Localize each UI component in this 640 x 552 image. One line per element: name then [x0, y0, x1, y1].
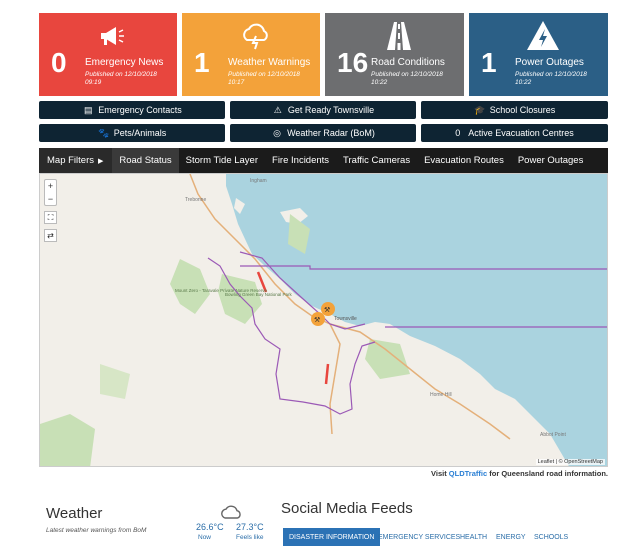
fullscreen-icon[interactable]: ⛶ [44, 211, 57, 224]
tab-traffic-cameras[interactable]: Traffic Cameras [336, 148, 417, 173]
tile-title: Power Outages [515, 57, 584, 68]
tile-title: Road Conditions [371, 57, 445, 68]
zoom-out-button[interactable]: − [48, 193, 53, 206]
map-filters-label: Map Filters ▶ [39, 148, 113, 173]
button-label: Get Ready Townsville [287, 105, 375, 115]
storm-cloud-icon [243, 23, 268, 50]
qldtraffic-link[interactable]: QLDTraffic [449, 469, 487, 478]
tile-power-outages[interactable]: 1 Power Outages Published on 12/10/2018 1… [469, 13, 608, 96]
megaphone-icon [101, 27, 124, 45]
button-label: Weather Radar (BoM) [287, 128, 375, 138]
tile-published: Published on 12/10/2018 10:17 [228, 71, 300, 86]
place-label: Abbot Point [540, 432, 566, 438]
zoom-in-button[interactable]: + [48, 180, 53, 193]
address-book-icon: ▤ [83, 104, 93, 115]
temperature-now: 26.6°C [196, 522, 224, 532]
get-ready-townsville-button[interactable]: ⚠ Get Ready Townsville [230, 101, 416, 119]
social-media-heading: Social Media Feeds [281, 500, 413, 517]
feels-like-label: Feels like [236, 534, 264, 541]
tile-published: Published on 12/10/2018 09:19 [85, 71, 157, 86]
roadworks-icon: ⚒ [324, 306, 330, 314]
place-label: Home Hill [430, 392, 452, 398]
emergency-contacts-button[interactable]: ▤ Emergency Contacts [39, 101, 225, 119]
warning-icon: ⚠ [273, 104, 282, 115]
tab-evacuation-routes[interactable]: Evacuation Routes [417, 148, 511, 173]
map-filter-bar: Map Filters ▶ Road Status Storm Tide Laye… [39, 148, 608, 173]
tab-power-outages[interactable]: Power Outages [511, 148, 590, 173]
caret-right-icon: ▶ [97, 157, 104, 165]
tab-road-status[interactable]: Road Status [112, 148, 179, 173]
tile-road-conditions[interactable]: 16 Road Conditions Published on 12/10/20… [325, 13, 464, 96]
place-label: Ingham [250, 178, 267, 184]
tile-published: Published on 12/10/2018 10:22 [371, 71, 443, 86]
pets-animals-button[interactable]: 🐾 Pets/Animals [39, 124, 225, 142]
radar-icon: ◎ [273, 127, 281, 138]
tab-storm-tide-layer[interactable]: Storm Tide Layer [179, 148, 265, 173]
tile-title: Emergency News [85, 57, 164, 68]
tile-published: Published on 12/10/2018 10:22 [515, 71, 587, 86]
road-icon [387, 22, 411, 50]
tab-energy[interactable]: ENERGY [496, 528, 526, 546]
paw-icon: 🐾 [98, 127, 110, 138]
tile-count: 1 [481, 47, 497, 78]
tab-fire-incidents[interactable]: Fire Incidents [265, 148, 336, 173]
zoom-control: + − [44, 179, 57, 206]
tab-disaster-information[interactable]: DISASTER INFORMATION [283, 528, 381, 546]
evacuation-centres-button[interactable]: 0 Active Evacuation Centres [421, 124, 608, 142]
tile-count: 0 [51, 47, 67, 78]
map-attribution[interactable]: Leaflet | © OpenStreetMap [535, 459, 605, 465]
place-label: Bowling Green Bay National Park [225, 292, 293, 297]
weather-subtitle: Latest weather warnings from BoM [46, 527, 147, 534]
button-label: Active Evacuation Centres [468, 128, 574, 138]
weather-heading: Weather [46, 505, 103, 522]
cloud-icon [221, 505, 241, 519]
tile-title: Weather Warnings [228, 57, 311, 68]
power-warning-icon [527, 21, 559, 50]
weather-radar-button[interactable]: ◎ Weather Radar (BoM) [230, 124, 416, 142]
temperature-now-label: Now [198, 534, 212, 541]
tile-count: 1 [194, 47, 210, 78]
qldtraffic-note: Visit QLDTraffic for Queensland road inf… [431, 469, 608, 478]
map[interactable]: ⚒ ⚒ Ingham Trebonne Mount Zero - Taraval… [39, 173, 608, 467]
place-label: Trebonne [185, 197, 206, 203]
graduation-cap-icon: 🎓 [474, 104, 486, 115]
evacuation-count: 0 [455, 128, 461, 138]
tile-weather-warnings[interactable]: 1 Weather Warnings Published on 12/10/20… [182, 13, 320, 96]
button-label: Emergency Contacts [98, 105, 182, 115]
button-label: School Closures [489, 105, 556, 115]
button-label: Pets/Animals [113, 128, 167, 138]
place-label: Townsville [334, 316, 357, 322]
roadworks-icon: ⚒ [314, 316, 320, 324]
tab-emergency-services[interactable]: EMERGENCY SERVICES [378, 528, 460, 546]
layers-icon[interactable]: ⇄ [44, 229, 57, 242]
tile-count: 16 [337, 47, 369, 78]
tab-schools[interactable]: SCHOOLS [534, 528, 568, 546]
temperature-feels-like: 27.3°C [236, 522, 264, 532]
map-canvas: ⚒ ⚒ Ingham Trebonne Mount Zero - Taraval… [40, 174, 607, 466]
school-closures-button[interactable]: 🎓 School Closures [421, 101, 608, 119]
tile-emergency-news[interactable]: 0 Emergency News Published on 12/10/2018… [39, 13, 177, 96]
page: { "tiles": [ {"count": "0", "title": "Em… [0, 0, 640, 552]
tab-health[interactable]: HEALTH [460, 528, 487, 546]
